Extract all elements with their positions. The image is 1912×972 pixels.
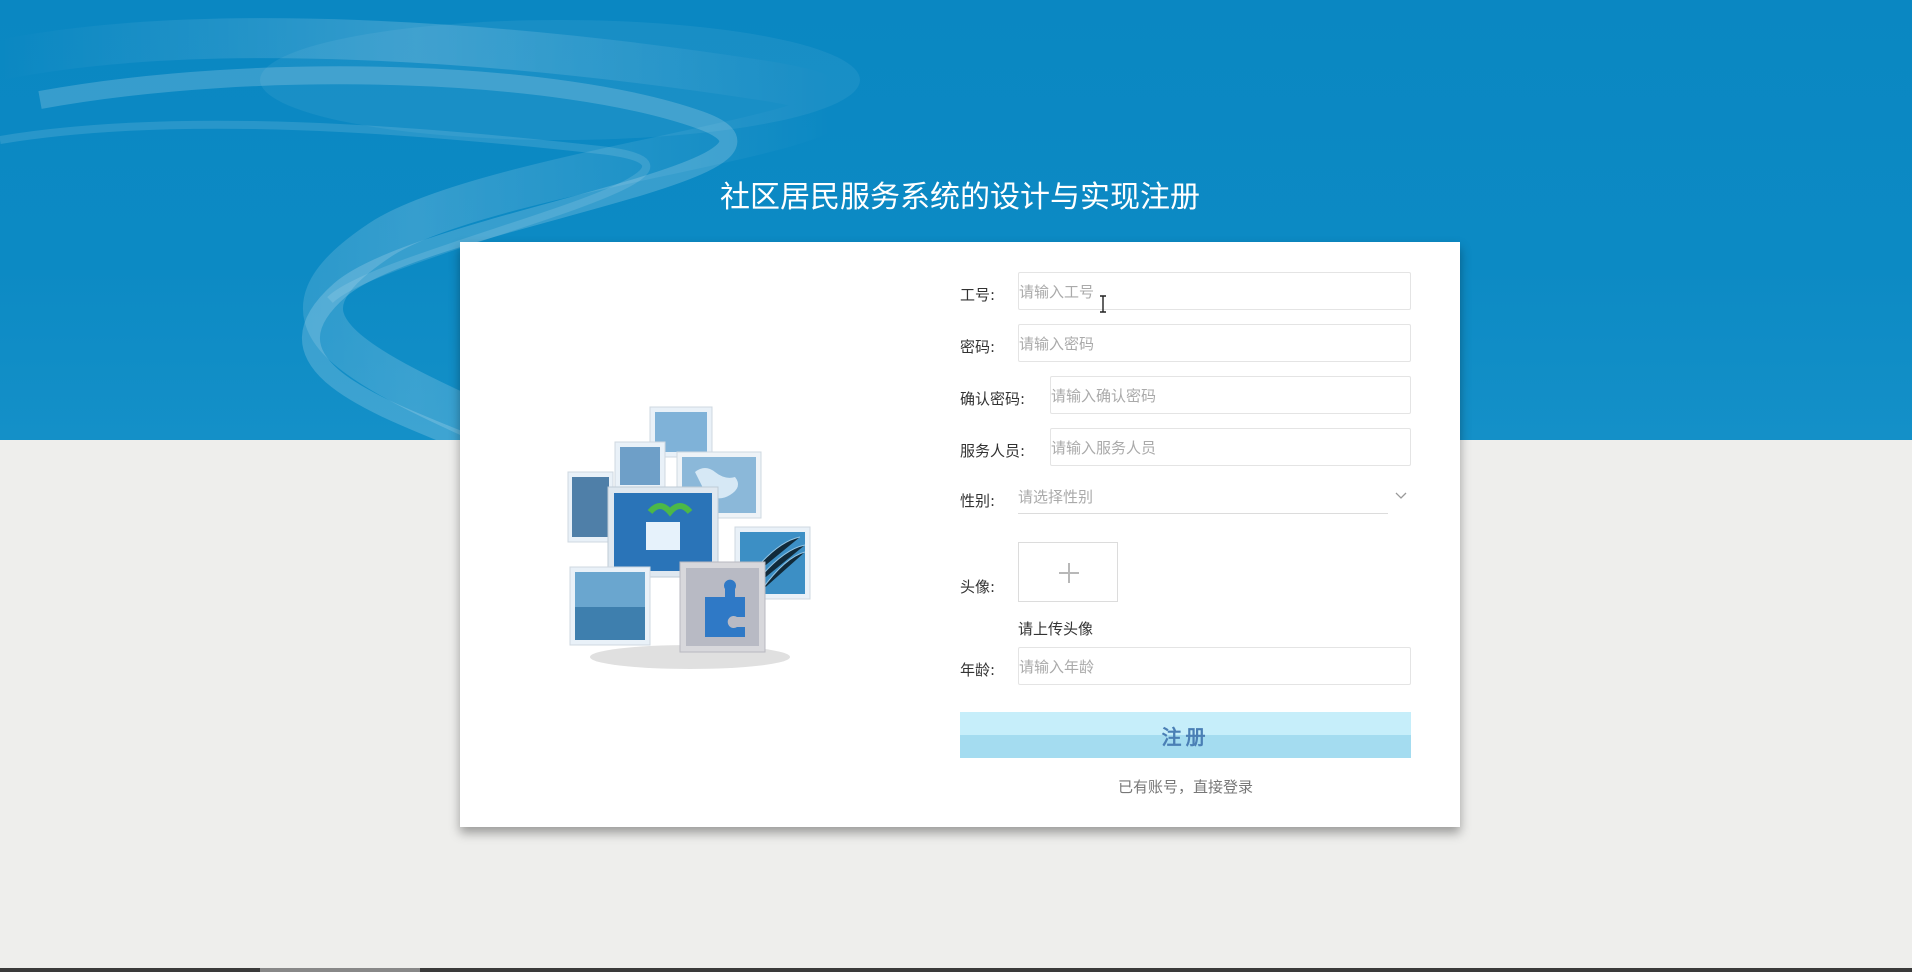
password-label: 密码: — [960, 338, 996, 356]
password-input-wrapper — [1018, 324, 1411, 362]
avatar-row: 头像: 请上传头像 — [960, 542, 1410, 642]
employee-id-input-wrapper — [1018, 272, 1411, 310]
register-page: 社区居民服务系统的设计与实现注册 工号: 请输入工号 密码: 确认密码: 服务人… — [0, 0, 1912, 972]
service-staff-row: 服务人员: — [960, 428, 1411, 468]
page-title: 社区居民服务系统的设计与实现注册 — [720, 180, 1200, 215]
avatar-upload-button[interactable] — [1018, 542, 1118, 602]
confirm-password-row: 确认密码: — [960, 376, 1411, 416]
service-staff-input-wrapper — [1050, 428, 1411, 466]
register-button[interactable]: 注册 — [960, 712, 1411, 758]
gender-row: 性别: 请选择性别 — [960, 478, 1410, 518]
confirm-password-input[interactable] — [1051, 386, 1410, 406]
gender-label: 性别: — [960, 492, 996, 510]
service-staff-input[interactable] — [1051, 438, 1410, 458]
login-link[interactable]: 已有账号，直接登录 — [960, 776, 1411, 797]
age-label: 年龄: — [960, 661, 996, 679]
age-row: 年龄: — [960, 647, 1411, 687]
confirm-password-label: 确认密码: — [960, 390, 1026, 408]
age-input-wrapper — [1018, 647, 1411, 685]
age-input[interactable] — [1019, 657, 1410, 677]
employee-id-row: 工号: — [960, 272, 1411, 312]
employee-id-input[interactable] — [1019, 282, 1410, 302]
service-staff-label: 服务人员: — [960, 442, 1026, 460]
confirm-password-input-wrapper — [1050, 376, 1411, 414]
register-card: 工号: 密码: 确认密码: 服务人员: — [460, 242, 1460, 827]
password-row: 密码: — [960, 324, 1411, 364]
monitors-illustration — [560, 402, 820, 672]
text-cursor-icon — [1100, 295, 1106, 313]
chevron-down-icon[interactable] — [1394, 488, 1408, 502]
gender-select[interactable]: 请选择性别 — [1018, 482, 1388, 514]
avatar-upload-hint: 请上传头像 — [1018, 620, 1094, 638]
bottom-edge-bar — [0, 968, 1912, 972]
employee-id-label: 工号: — [960, 286, 996, 304]
avatar-label: 头像: — [960, 578, 996, 596]
password-input[interactable] — [1019, 334, 1410, 354]
